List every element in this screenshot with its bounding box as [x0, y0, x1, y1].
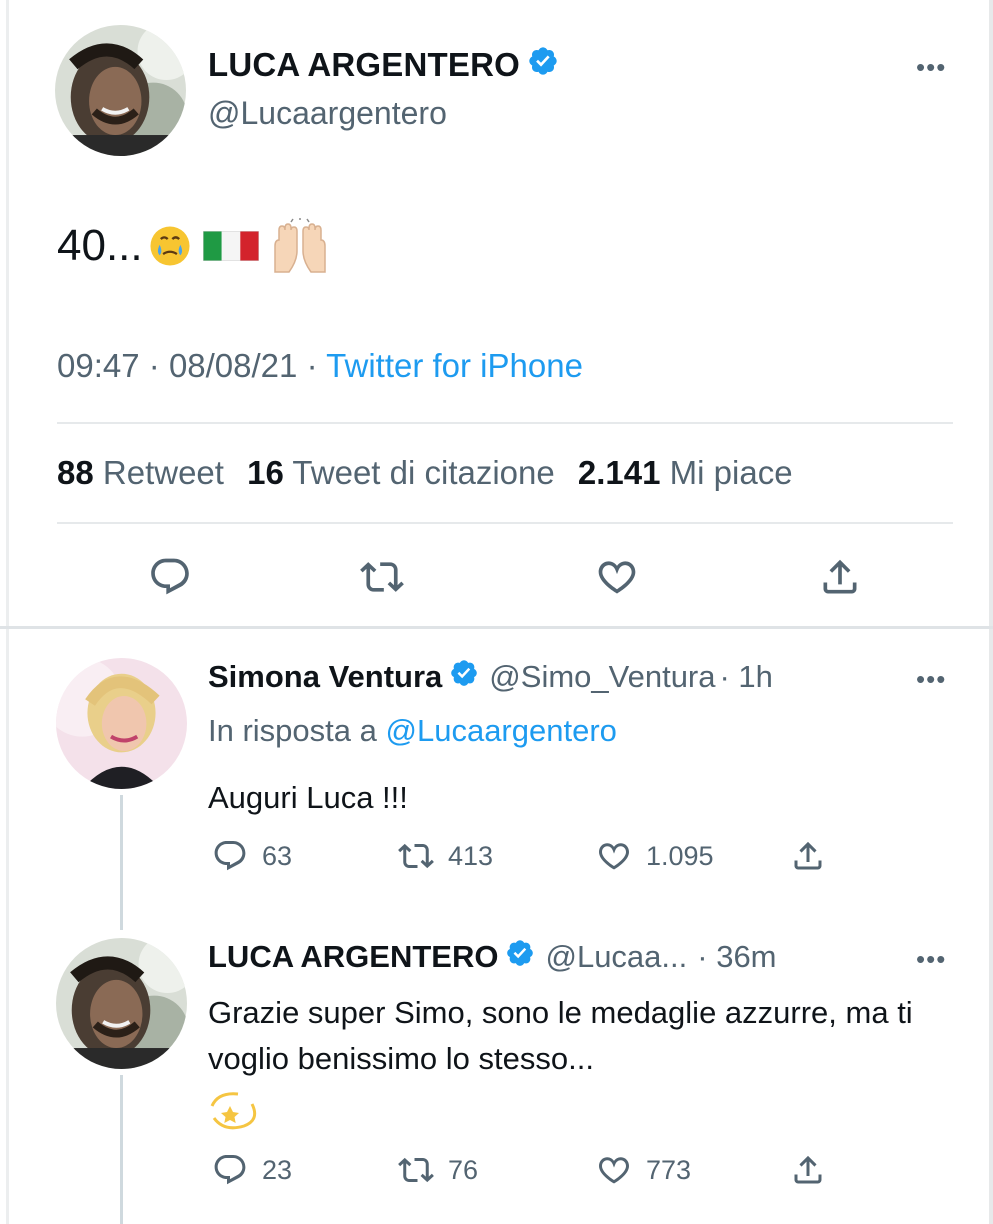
reply-author-handle[interactable]: @Lucaa...: [545, 939, 687, 975]
reply-to-handle-link[interactable]: @Lucaargentero: [386, 713, 617, 748]
reply-count: 23: [262, 1154, 293, 1185]
share-icon[interactable]: [818, 555, 862, 599]
italy-flag-icon: [202, 231, 259, 261]
like-icon[interactable]: [596, 1152, 632, 1188]
more-options-icon[interactable]: •••: [916, 944, 946, 975]
reply-count: 63: [262, 840, 293, 871]
reply-header: LUCA ARGENTERO @Lucaa... · 36m: [208, 938, 777, 976]
divider: [57, 422, 953, 424]
author-name-text[interactable]: LUCA ARGENTERO: [208, 46, 520, 84]
tweet-stats: 88 Retweet 16 Tweet di citazione 2.141 M…: [57, 454, 793, 492]
tweet-thread: LUCA ARGENTERO @Lucaargentero ••• 40...: [0, 0, 993, 1224]
raising-hands-icon: [273, 218, 326, 273]
like-count: 1.095: [646, 840, 714, 871]
like-icon[interactable]: [596, 838, 632, 874]
retweet-count: 76: [448, 1154, 479, 1185]
retweet-count: 413: [448, 840, 494, 871]
reply-author-handle[interactable]: @Simo_Ventura: [489, 659, 715, 695]
face-holding-back-tears-icon: [150, 226, 190, 266]
like-action[interactable]: 773: [596, 1152, 691, 1188]
verified-badge-icon: [449, 658, 479, 696]
retweet-action[interactable]: 413: [398, 838, 493, 874]
section-divider: [0, 626, 993, 629]
dizzy-star-icon: [208, 1088, 260, 1137]
reply-author-avatar[interactable]: [56, 658, 187, 789]
reply-action[interactable]: 23: [212, 1152, 292, 1188]
retweet-icon[interactable]: [360, 555, 404, 599]
retweet-action[interactable]: 76: [398, 1152, 478, 1188]
reply-to-prefix: In risposta a: [208, 713, 377, 748]
tweet-meta: 09:47 · 08/08/21 · Twitter for iPhone: [57, 347, 583, 385]
reply-time[interactable]: · 36m: [697, 939, 776, 975]
share-action[interactable]: [790, 1152, 826, 1188]
more-options-icon[interactable]: •••: [916, 52, 946, 83]
likes-label[interactable]: Mi piace: [670, 454, 793, 491]
quotes-label[interactable]: Tweet di citazione: [292, 454, 554, 491]
share-action[interactable]: [790, 838, 826, 874]
tweet-date[interactable]: 08/08/21: [169, 347, 297, 384]
share-icon[interactable]: [790, 1152, 826, 1188]
verified-badge-icon: [527, 45, 559, 85]
author-avatar[interactable]: [55, 25, 186, 156]
tweet-text-content: 40...: [57, 221, 143, 270]
reply-text: Auguri Luca !!!: [208, 780, 408, 815]
reply-header: Simona Ventura @Simo_Ventura · 1h: [208, 658, 773, 696]
author-name[interactable]: LUCA ARGENTERO: [208, 45, 559, 85]
like-action[interactable]: 1.095: [596, 838, 714, 874]
scrollbar[interactable]: [989, 0, 993, 1224]
reply-author-name[interactable]: LUCA ARGENTERO: [208, 939, 498, 975]
thread-line: [120, 1075, 123, 1224]
retweet-icon[interactable]: [398, 838, 434, 874]
likes-count[interactable]: 2.141: [578, 454, 661, 491]
author-handle[interactable]: @Lucaargentero: [208, 95, 447, 132]
reply-time[interactable]: · 1h: [720, 659, 773, 695]
divider: [57, 522, 953, 524]
retweets-count[interactable]: 88: [57, 454, 94, 491]
reply-author-name[interactable]: Simona Ventura: [208, 659, 442, 695]
like-count: 773: [646, 1154, 692, 1185]
reply-text: Grazie super Simo, sono le medaglie azzu…: [208, 995, 913, 1076]
tweet-text: 40...: [57, 218, 331, 274]
tweet-source-link[interactable]: Twitter for iPhone: [326, 347, 583, 384]
verified-badge-icon: [505, 938, 535, 976]
meta-separator: ·: [148, 347, 160, 384]
tweet-time[interactable]: 09:47: [57, 347, 140, 384]
retweet-icon[interactable]: [398, 1152, 434, 1188]
retweets-label[interactable]: Retweet: [103, 454, 224, 491]
share-icon[interactable]: [790, 838, 826, 874]
reply-icon[interactable]: [212, 838, 248, 874]
left-edge: [6, 0, 9, 1224]
meta-separator: ·: [306, 347, 318, 384]
quotes-count[interactable]: 16: [247, 454, 284, 491]
reply-author-avatar[interactable]: [56, 938, 187, 1069]
reply-icon[interactable]: [148, 555, 192, 599]
like-icon[interactable]: [595, 555, 639, 599]
more-options-icon[interactable]: •••: [916, 664, 946, 695]
reply-context: In risposta a @Lucaargentero: [208, 713, 617, 749]
thread-line: [120, 795, 123, 930]
reply-icon[interactable]: [212, 1152, 248, 1188]
reply-action[interactable]: 63: [212, 838, 292, 874]
